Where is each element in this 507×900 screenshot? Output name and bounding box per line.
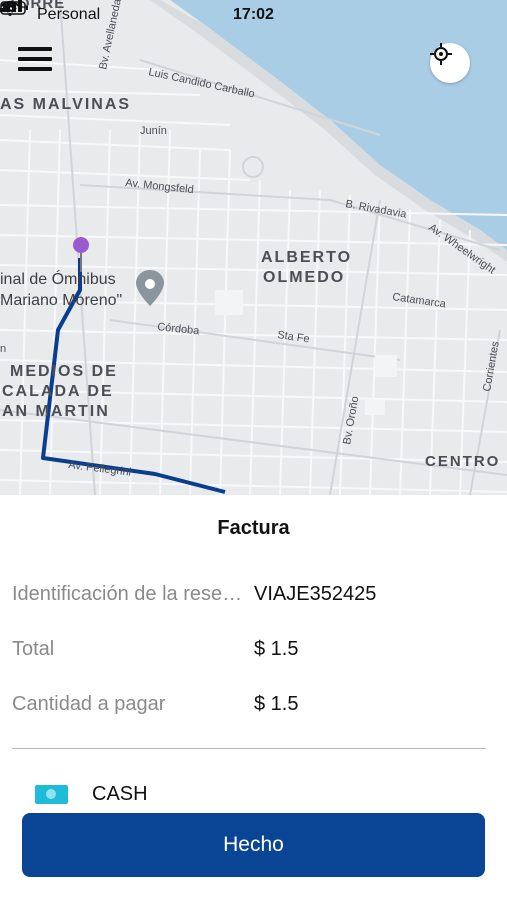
map-label: Bv. Oroño — [341, 395, 361, 445]
payment-method-label: CASH — [92, 783, 148, 805]
total-label: Total — [12, 638, 55, 660]
map-label: AN MARTIN — [2, 403, 110, 420]
status-time: 17:02 — [233, 6, 274, 23]
invoice-row-total: Total $ 1.5 — [12, 638, 492, 666]
cash-icon — [35, 785, 68, 804]
booking-id-value: VIAJE352425 — [254, 583, 377, 605]
destination-pin — [73, 237, 89, 253]
map-label: OLMEDO — [263, 269, 345, 286]
my-location-button[interactable] — [430, 43, 470, 83]
amount-due-label: Cantidad a pagar — [12, 693, 166, 715]
map-label: Corrientes — [481, 340, 502, 393]
done-button[interactable]: Hecho — [22, 813, 485, 877]
amount-due-value: $ 1.5 — [254, 693, 299, 715]
map-label: Luis Candido Carballo — [147, 66, 255, 100]
map-canvas: TORRE AS MALVINAS Luis Candido Carballo … — [0, 0, 507, 495]
map-label: CENTRO — [425, 453, 500, 470]
map-label: CALADA DE — [2, 383, 114, 400]
crosshair-icon — [430, 43, 452, 65]
map-label: n — [0, 343, 6, 355]
map-label: MEDIOS DE — [10, 363, 118, 380]
map-label: Junín — [140, 125, 167, 137]
map-label: Mariano Moreno" — [0, 292, 122, 309]
hamburger-icon — [18, 47, 52, 51]
divider — [12, 748, 486, 749]
map-label: AS MALVINAS — [0, 96, 131, 113]
invoice-sheet: Factura Identificación de la reserva VIA… — [0, 495, 507, 900]
map-label: Av. Mongsfeld — [125, 177, 195, 196]
invoice-row-amount-due: Cantidad a pagar $ 1.5 — [12, 693, 492, 721]
total-value: $ 1.5 — [254, 638, 299, 660]
invoice-row-booking-id: Identificación de la reserva VIAJE352425 — [12, 583, 492, 611]
menu-button[interactable] — [18, 42, 58, 80]
map-view[interactable]: TORRE AS MALVINAS Luis Candido Carballo … — [0, 0, 507, 495]
booking-id-label: Identificación de la reserva — [12, 583, 247, 605]
status-bar: Personal 17:02 — [0, 0, 507, 30]
map-label: inal de Ómnibus — [0, 269, 116, 288]
battery-icon — [0, 1, 28, 15]
map-label: ALBERTO — [261, 249, 352, 266]
invoice-title: Factura — [217, 517, 290, 539]
